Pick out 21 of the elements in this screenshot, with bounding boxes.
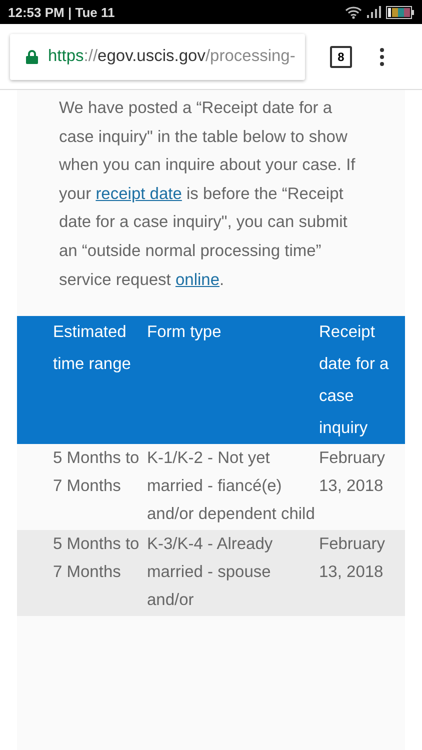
url-text: https://egov.uscis.gov/processing- (48, 47, 296, 66)
table-cell-text: February 13, 2018 (319, 448, 386, 498)
table-cell-text: 5 Months to 7 Months (53, 534, 140, 584)
wifi-icon (345, 6, 362, 18)
lock-icon (26, 49, 38, 64)
table-cell-text: 5 Months to 7 Months (53, 448, 140, 498)
tab-count-button[interactable]: 8 (330, 46, 352, 68)
table-cell-text: February 13, 2018 (319, 534, 386, 584)
table-cell-text: K-1/K-2 - Not yet married - fiancé(e) and/or dependent child (147, 448, 316, 526)
status-time: 12:53 PM | Tue 11 (8, 4, 115, 20)
column-header: Receipt date for a case inquiry (319, 322, 390, 440)
table-cell-text: K-3/K-4 - Already married - spouse and/or (147, 534, 274, 612)
intro-paragraph: We have posted a “Receipt date for a case inquiry" in the table below to show when you can inquire about your case. If your receipt date is before the “Receipt date for a case inquiry", you can submit an “outside normal processing time” service request online. (59, 98, 356, 291)
text-link[interactable]: online (175, 270, 220, 289)
signal-icon (367, 6, 381, 18)
column-header: Estimated time range (53, 322, 132, 376)
text-link[interactable]: receipt date (96, 184, 182, 203)
column-header: Form type (147, 322, 222, 344)
address-bar[interactable]: https://egov.uscis.gov/processing- (10, 34, 305, 80)
battery-icon (386, 6, 414, 18)
menu-icon[interactable] (380, 48, 384, 66)
